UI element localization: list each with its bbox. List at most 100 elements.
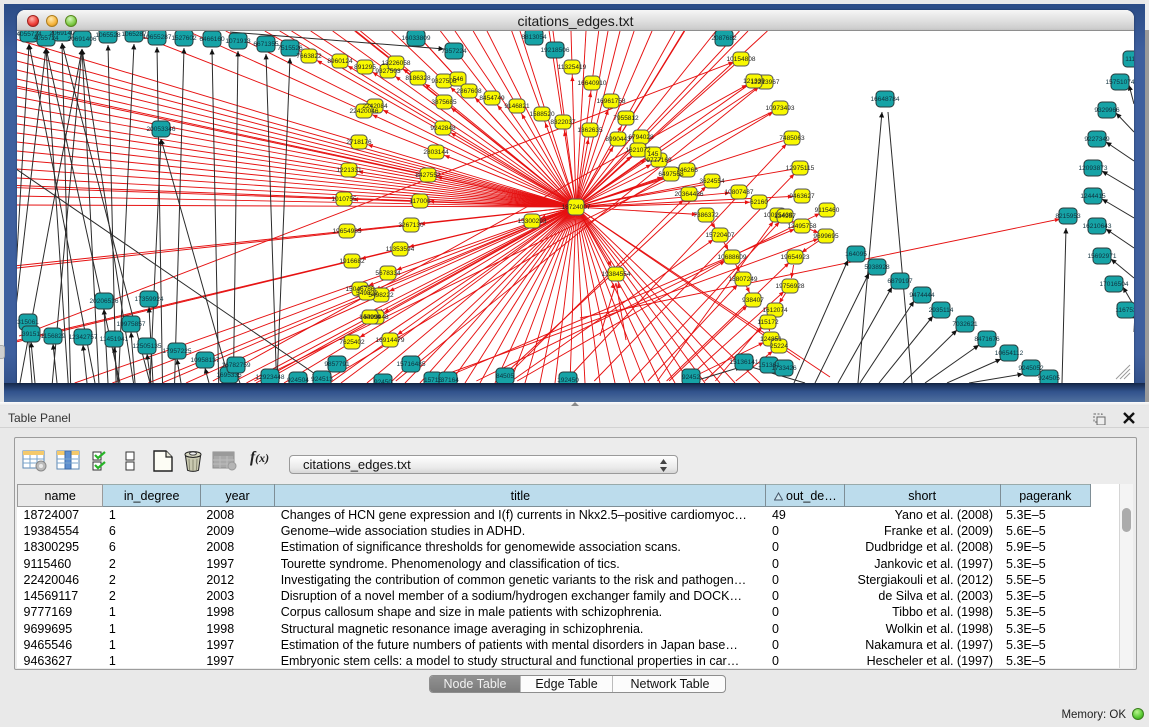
svg-text:10958137: 10958137 <box>191 357 220 364</box>
svg-text:8427552: 8427552 <box>415 172 441 179</box>
svg-text:8471676: 8471676 <box>974 336 1000 343</box>
svg-text:2867608: 2867608 <box>456 88 482 95</box>
svg-text:9329966: 9329966 <box>1094 107 1120 114</box>
svg-text:15692971: 15692971 <box>1088 253 1117 260</box>
svg-text:19654923: 19654923 <box>781 254 810 261</box>
svg-text:11451941: 11451941 <box>100 336 129 343</box>
svg-text:18724007: 18724007 <box>562 204 591 211</box>
svg-text:17957225: 17957225 <box>163 348 192 355</box>
svg-text:10154808: 10154808 <box>727 56 756 63</box>
svg-text:20206536: 20206536 <box>90 298 119 305</box>
svg-text:7515526: 7515526 <box>277 45 303 52</box>
svg-text:1071913: 1071913 <box>225 38 251 45</box>
svg-text:1065528: 1065528 <box>95 32 121 39</box>
svg-text:25224: 25224 <box>770 343 788 350</box>
svg-text:1695335: 1695335 <box>216 372 242 379</box>
svg-text:121339: 121339 <box>743 78 765 85</box>
svg-text:116753: 116753 <box>1115 307 1134 314</box>
svg-text:8813054: 8813054 <box>521 34 547 41</box>
svg-text:1221331: 1221331 <box>336 167 362 174</box>
svg-text:6466160: 6466160 <box>199 36 225 43</box>
svg-text:9777169: 9777169 <box>646 157 672 164</box>
svg-text:2087682: 2087682 <box>711 35 737 42</box>
svg-text:8960124: 8960124 <box>327 58 353 65</box>
svg-text:1010755: 1010755 <box>331 196 357 203</box>
svg-text:9699695: 9699695 <box>813 233 839 240</box>
svg-text:10973493: 10973493 <box>766 105 795 112</box>
svg-text:10655287: 10655287 <box>143 34 172 41</box>
svg-text:16914479: 16914479 <box>376 337 405 344</box>
svg-text:1244415: 1244415 <box>1080 193 1106 200</box>
svg-text:1612074: 1612074 <box>762 307 788 314</box>
svg-text:3267130: 3267130 <box>398 222 424 229</box>
svg-text:164095: 164095 <box>845 251 867 258</box>
svg-text:9227349: 9227349 <box>1084 136 1110 143</box>
svg-text:22420046: 22420046 <box>350 108 379 115</box>
svg-text:5678334: 5678334 <box>375 270 401 277</box>
svg-text:6879197: 6879197 <box>887 278 913 285</box>
svg-text:7955812: 7955812 <box>613 115 639 122</box>
svg-text:84505: 84505 <box>496 373 514 380</box>
svg-text:6671355: 6671355 <box>253 41 279 48</box>
svg-text:19218506: 19218506 <box>541 47 570 54</box>
svg-text:10807487: 10807487 <box>725 189 754 196</box>
svg-text:18807249: 18807249 <box>729 276 758 283</box>
svg-text:140994: 140994 <box>359 314 381 321</box>
svg-text:546: 546 <box>453 76 464 83</box>
svg-text:11325419: 11325419 <box>558 64 587 71</box>
svg-text:137164: 137164 <box>437 377 459 383</box>
svg-text:8990443: 8990443 <box>605 136 631 143</box>
svg-text:1117: 1117 <box>1125 56 1134 63</box>
svg-text:8454749: 8454749 <box>479 95 505 102</box>
svg-text:7386372: 7386372 <box>693 212 719 219</box>
svg-text:12975115: 12975115 <box>786 165 815 172</box>
svg-text:315061: 315061 <box>17 319 39 326</box>
svg-text:12923448: 12923448 <box>256 374 285 381</box>
svg-text:16782759: 16782759 <box>222 362 251 369</box>
svg-text:2803144: 2803144 <box>423 149 449 156</box>
svg-text:13226058: 13226058 <box>382 60 411 67</box>
svg-text:16210643: 16210643 <box>1083 223 1112 230</box>
svg-text:3875685: 3875685 <box>431 99 457 106</box>
svg-text:549822: 549822 <box>356 290 378 297</box>
svg-text:16648784: 16648784 <box>871 96 900 103</box>
svg-text:12342757: 12342757 <box>69 334 98 341</box>
svg-text:1588520: 1588520 <box>529 111 555 118</box>
svg-text:6794028: 6794028 <box>628 134 654 141</box>
svg-text:17359924: 17359924 <box>135 296 164 303</box>
svg-text:8215953: 8215953 <box>1055 213 1081 220</box>
svg-text:9115460: 9115460 <box>815 207 840 214</box>
svg-text:3624554: 3624554 <box>699 178 725 185</box>
svg-text:19654985: 19654985 <box>333 228 362 235</box>
svg-text:19975857: 19975857 <box>117 321 146 328</box>
svg-text:17016504: 17016504 <box>1100 281 1129 288</box>
svg-text:8322037: 8322037 <box>550 119 576 126</box>
svg-text:938407: 938407 <box>742 297 764 304</box>
svg-text:7485063: 7485063 <box>779 135 805 142</box>
svg-text:19756928: 19756928 <box>776 283 805 290</box>
svg-text:15751074: 15751074 <box>1106 79 1134 86</box>
svg-text:115172: 115172 <box>757 319 779 326</box>
svg-text:20364436: 20364436 <box>675 191 704 198</box>
svg-text:7357224: 7357224 <box>441 48 467 55</box>
svg-text:92450: 92450 <box>374 379 392 383</box>
svg-text:2935114: 2935114 <box>929 307 954 314</box>
svg-text:9463627: 9463627 <box>789 193 815 200</box>
svg-text:62160: 62160 <box>750 199 768 206</box>
svg-text:134957: 134957 <box>774 213 796 220</box>
svg-text:16033809: 16033809 <box>402 35 431 42</box>
svg-text:1156829: 1156829 <box>41 333 66 340</box>
svg-text:924505: 924505 <box>1038 375 1060 382</box>
svg-text:9857791: 9857791 <box>324 361 350 368</box>
svg-text:19384554: 19384554 <box>602 271 631 278</box>
svg-text:124851: 124851 <box>760 336 782 343</box>
svg-text:92452: 92452 <box>682 374 700 381</box>
svg-text:9327503: 9327503 <box>375 68 401 75</box>
svg-text:192450: 192450 <box>557 377 579 383</box>
svg-text:20691406: 20691406 <box>68 36 97 43</box>
svg-text:12505135: 12505135 <box>133 343 162 350</box>
svg-text:145: 145 <box>648 151 659 158</box>
svg-text:39151: 39151 <box>22 331 40 338</box>
svg-text:8186328: 8186328 <box>405 75 431 82</box>
svg-text:15716485: 15716485 <box>397 361 426 368</box>
